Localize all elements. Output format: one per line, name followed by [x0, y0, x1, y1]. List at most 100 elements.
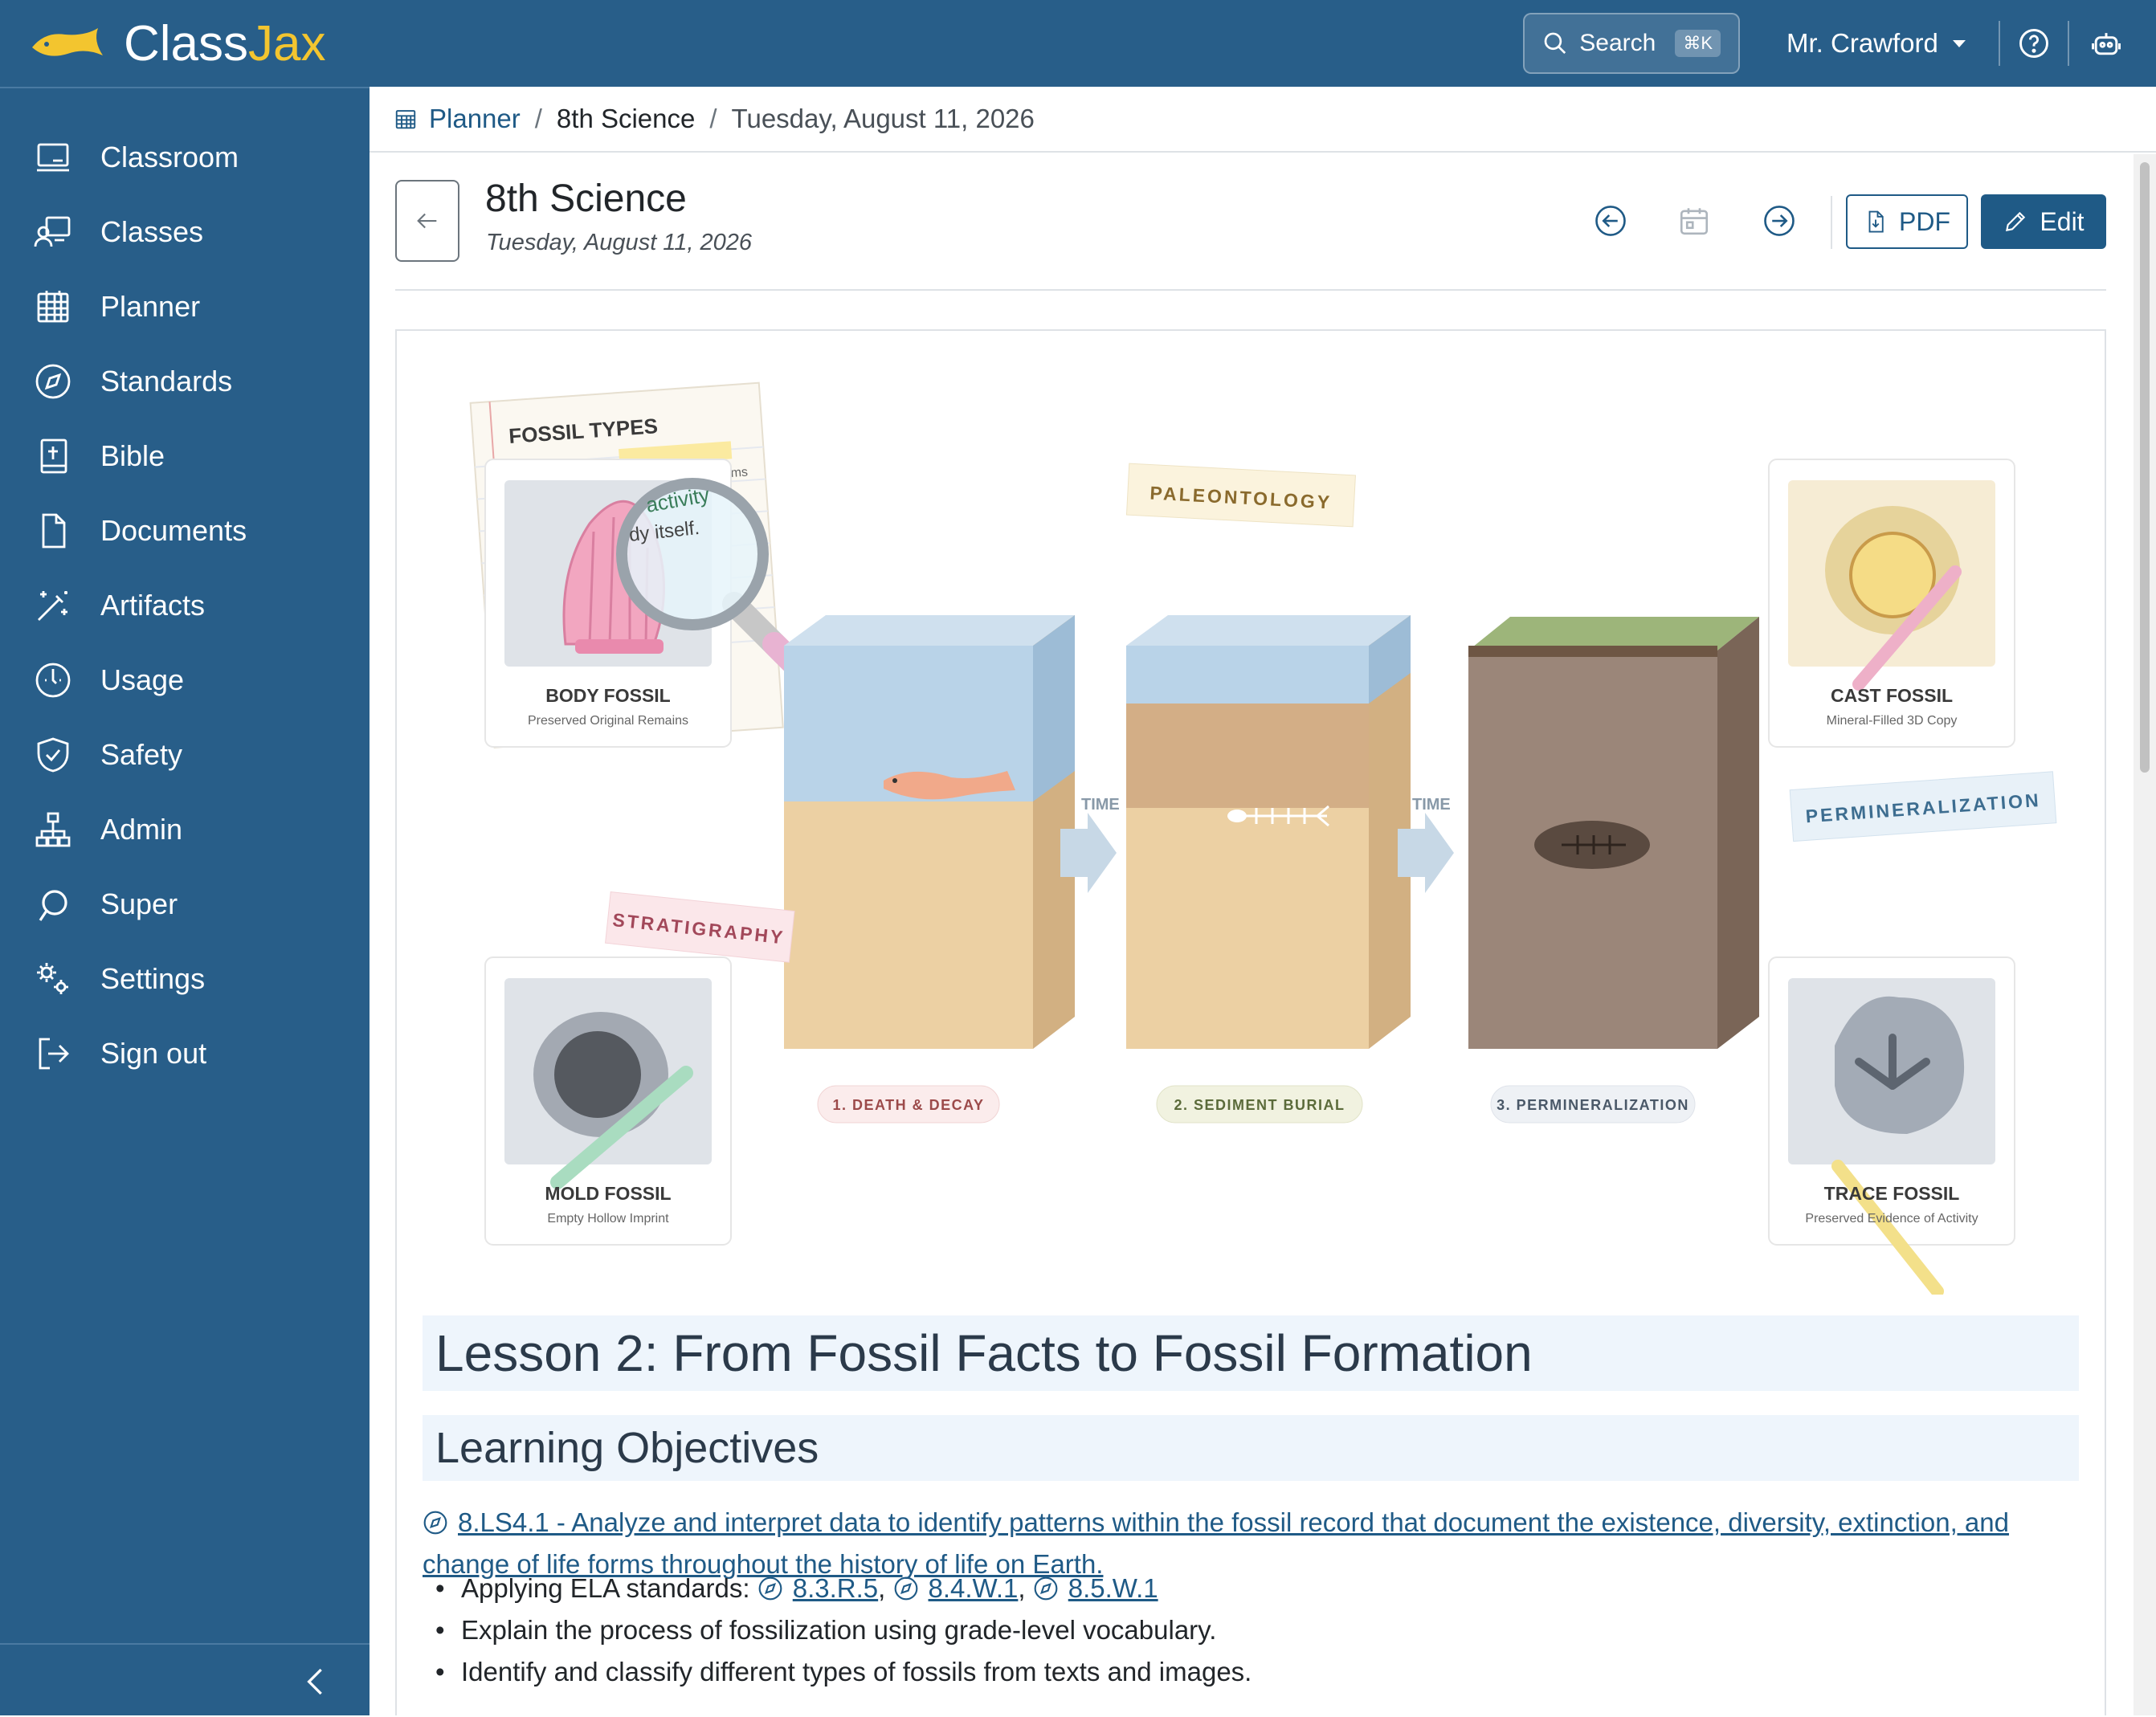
sidebar-item-label: Usage	[100, 663, 185, 696]
paleontology-tag: PALEONTOLOGY	[1125, 463, 1356, 528]
sidebar-item-artifacts[interactable]: Artifacts	[0, 573, 370, 638]
list-item: Identify and classify different types of…	[423, 1651, 2079, 1693]
org-chart-icon	[35, 812, 71, 847]
sidebar-item-label: Documents	[100, 514, 247, 547]
step-label: 3. PERMINERALIZATION	[1497, 1097, 1689, 1113]
sidebar-item-label: Classes	[100, 215, 204, 248]
fish-logo-icon	[32, 28, 103, 56]
sidebar-item-label: Standards	[100, 365, 233, 398]
lesson-title: Lesson 2: From Fossil Facts to Fossil Fo…	[423, 1315, 2079, 1391]
app-logo[interactable]: ClassJax	[29, 14, 326, 72]
breadcrumb-class[interactable]: 8th Science	[557, 104, 695, 134]
next-day-icon[interactable]	[1762, 204, 1796, 238]
sidebar-item-classroom[interactable]: Classroom	[0, 125, 370, 190]
sidebar-item-usage[interactable]: Usage	[0, 648, 370, 712]
sidebar-item-label: Bible	[100, 439, 165, 472]
breadcrumb-date: Tuesday, August 11, 2026	[731, 104, 1035, 133]
time-label: TIME	[1081, 796, 1120, 814]
sidebar-item-label: Settings	[100, 962, 206, 995]
sidebar-item-admin[interactable]: Admin	[0, 797, 370, 862]
sidebar-item-standards[interactable]: Standards	[0, 349, 370, 414]
sidebar-item-documents[interactable]: Documents	[0, 499, 370, 563]
back-button[interactable]	[395, 180, 459, 262]
sidebar-item-settings[interactable]: Settings	[0, 947, 370, 1011]
sidebar-item-label: Sign out	[100, 1037, 207, 1070]
today-calendar-icon[interactable]	[1677, 204, 1711, 238]
search-button[interactable]: Search ⌘K	[1523, 13, 1740, 74]
step-2-label: 2. SEDIMENT BURIAL	[1156, 1085, 1363, 1124]
brand-class: Class	[124, 15, 249, 71]
time-label: TIME	[1412, 796, 1451, 814]
ela-standard-link[interactable]: 8.3.R.5	[793, 1573, 878, 1603]
pencil-icon	[2006, 211, 2026, 232]
pdf-label: PDF	[1899, 206, 1950, 236]
fossil-formation-illustration: FOSSIL TYPES ms BODY FOSSIL Preserved Or…	[469, 381, 2057, 1295]
edit-button[interactable]: Edit	[1981, 194, 2106, 249]
trace-fossil-card: TRACE FOSSIL Preserved Evidence of Activ…	[1768, 956, 2015, 1295]
robot-icon[interactable]	[2089, 26, 2124, 61]
edit-label: Edit	[2040, 206, 2085, 236]
classroom-icon	[37, 143, 69, 172]
sidebar-item-planner[interactable]: Planner	[0, 275, 370, 339]
sidebar-item-safety[interactable]: Safety	[0, 723, 370, 787]
usage-icon	[35, 663, 71, 698]
sediment-burial-block	[1126, 615, 1411, 1049]
ela-standard-link[interactable]: 8.4.W.1	[929, 1573, 1019, 1603]
sidebar-item-label: Admin	[100, 813, 183, 846]
help-icon[interactable]	[2016, 26, 2052, 61]
breadcrumb-separator: /	[534, 104, 542, 133]
sidebar-item-classes[interactable]: Classes	[0, 200, 370, 264]
caret-down-icon	[1952, 40, 1966, 47]
scrollbar[interactable]	[2134, 154, 2156, 1715]
page-title: 8th Science	[485, 177, 687, 220]
mold-fossil-card: MOLD FOSSIL Empty Hollow Imprint	[484, 956, 732, 1246]
toolbar-divider	[1831, 196, 1832, 249]
sidebar-item-sign-out[interactable]: Sign out	[0, 1022, 370, 1086]
breadcrumb: Planner / 8th Science / Tuesday, August …	[370, 87, 2156, 153]
top-navbar: ClassJax Search ⌘K Mr. Crawford	[0, 0, 2156, 87]
breadcrumb-separator: /	[709, 104, 717, 133]
card-caption: Empty Hollow Imprint	[547, 1212, 669, 1226]
notebook-text-3: ms	[730, 466, 748, 480]
card-title: BODY FOSSIL	[545, 685, 671, 706]
sidebar-item-label: Safety	[100, 738, 183, 771]
sidebar-item-label: Classroom	[100, 141, 239, 173]
document-icon	[42, 513, 66, 549]
step-label: 1. DEATH & DECAY	[832, 1097, 984, 1113]
objectives-heading: Learning Objectives	[423, 1415, 2079, 1481]
previous-day-icon[interactable]	[1594, 204, 1627, 238]
sidebar-item-bible[interactable]: Bible	[0, 424, 370, 488]
list-item: Explain the process of fossilization usi…	[423, 1609, 2079, 1651]
shield-icon	[37, 737, 69, 773]
compass-icon	[894, 1576, 917, 1601]
step-3-label: 3. PERMINERALIZATION	[1490, 1085, 1696, 1124]
search-shortcut: ⌘K	[1675, 30, 1721, 57]
sidebar-item-super[interactable]: Super	[0, 872, 370, 936]
card-caption: Mineral-Filled 3D Copy	[1827, 714, 1958, 728]
pdf-button[interactable]: PDF	[1846, 194, 1968, 249]
compass-icon	[35, 364, 71, 399]
ela-standard-link[interactable]: 8.5.W.1	[1068, 1573, 1158, 1603]
divider	[1999, 21, 2000, 66]
breadcrumb-planner-link[interactable]: Planner	[429, 104, 521, 134]
sidebar-collapse-button[interactable]	[0, 1643, 370, 1717]
file-download-icon	[1868, 210, 1884, 233]
calendar-icon	[395, 110, 416, 129]
card-caption: Preserved Original Remains	[528, 714, 688, 728]
list-item: Applying ELA standards: 8.3.R.5, 8.4.W.1…	[423, 1568, 2079, 1609]
sign-out-icon	[39, 1038, 69, 1070]
objectives-list: Applying ELA standards: 8.3.R.5, 8.4.W.1…	[423, 1568, 2079, 1693]
card-title: CAST FOSSIL	[1831, 685, 1953, 706]
compass-icon	[1034, 1576, 1058, 1601]
step-label: 2. SEDIMENT BURIAL	[1174, 1097, 1345, 1113]
card-title: MOLD FOSSIL	[545, 1183, 671, 1204]
sidebar-item-label: Artifacts	[100, 589, 206, 622]
divider	[2068, 21, 2069, 66]
stratigraphy-tag: STRATIGRAPHY	[605, 891, 795, 963]
step-1-label: 1. DEATH & DECAY	[817, 1085, 1000, 1124]
search-icon	[1544, 32, 1566, 55]
user-menu[interactable]: Mr. Crawford	[1786, 24, 1967, 63]
page-subtitle: Tuesday, August 11, 2026	[486, 230, 753, 255]
lesson-card: FOSSIL TYPES ms BODY FOSSIL Preserved Or…	[395, 329, 2106, 1715]
scrollbar-thumb[interactable]	[2140, 162, 2150, 773]
